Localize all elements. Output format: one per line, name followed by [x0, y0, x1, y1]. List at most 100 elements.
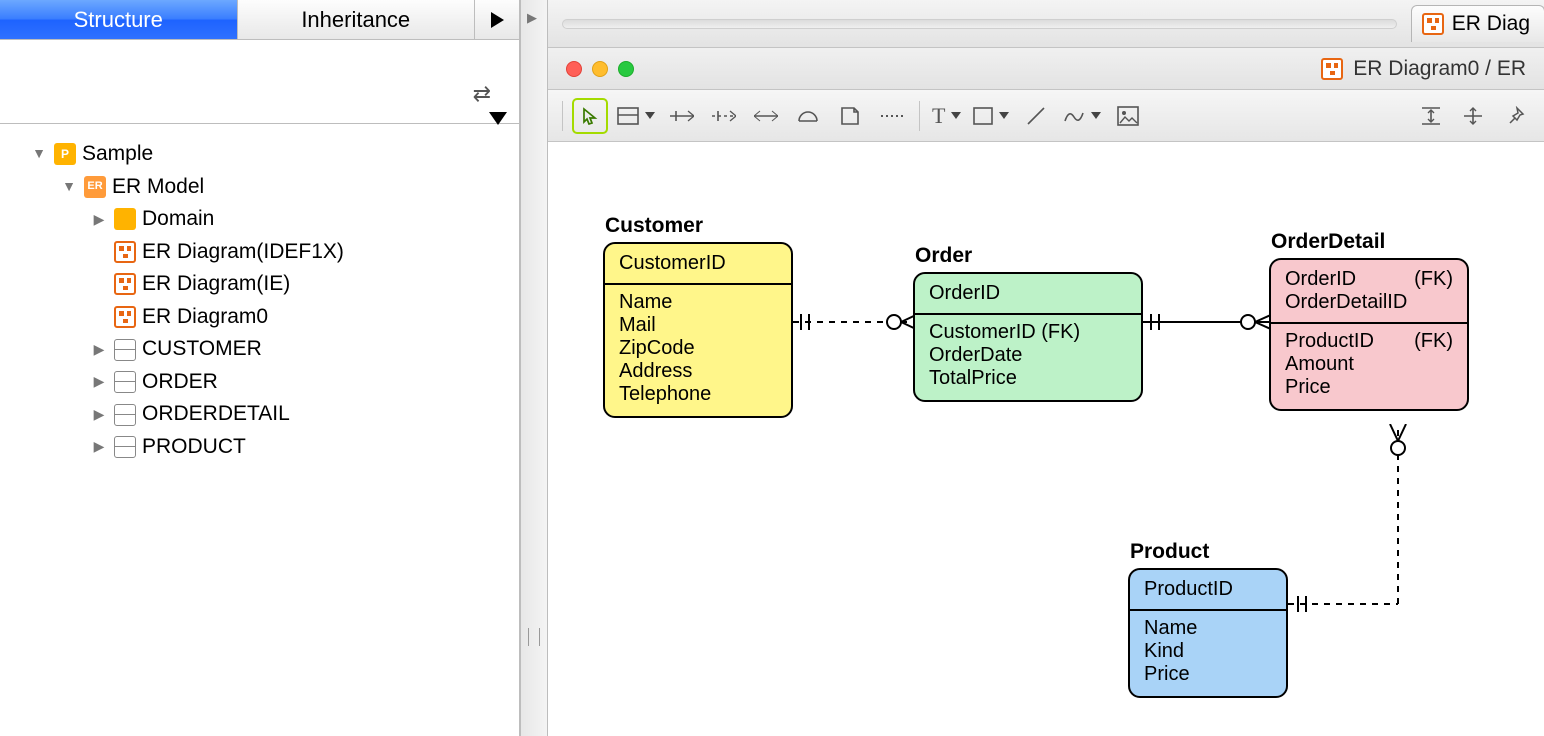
splitter[interactable]: ▶: [520, 0, 548, 736]
entity-title: Order: [915, 244, 972, 268]
expand-icon[interactable]: ▶: [527, 10, 537, 26]
tab-more[interactable]: [475, 0, 519, 39]
er-diagram-icon: [1422, 13, 1444, 35]
pk-name: OrderDetailID: [1285, 291, 1453, 314]
document-tab[interactable]: ER Diag: [1411, 5, 1544, 42]
editor-area: ER Diag ER Diagram0 / ER: [548, 0, 1544, 736]
er-diagram-icon: [114, 306, 136, 328]
image-tool[interactable]: [1113, 101, 1143, 131]
entity-title: Product: [1130, 540, 1209, 564]
entity-attr[interactable]: OrderDate: [929, 344, 1127, 367]
line-tool[interactable]: [1021, 101, 1051, 131]
pointer-tool[interactable]: [575, 101, 605, 131]
tree-diagram-ie[interactable]: ER Diagram(IE): [8, 268, 511, 301]
traffic-lights: [566, 61, 634, 77]
entity-attr[interactable]: CustomerID (FK): [929, 321, 1127, 344]
pin-icon: [1505, 106, 1525, 126]
tree-diagram-idef1x[interactable]: ER Diagram(IDEF1X): [8, 236, 511, 269]
entity-pk[interactable]: ProductID: [1130, 570, 1286, 611]
dropdown-icon[interactable]: [1091, 112, 1101, 119]
entity-attr[interactable]: Address: [619, 360, 777, 383]
entity-attrs: ProductID(FK) Amount Price: [1271, 324, 1467, 409]
relation-product-detail[interactable]: [1288, 424, 1408, 614]
table-icon: [114, 436, 136, 458]
document-tab-label: ER Diag: [1452, 12, 1530, 36]
zoom-window-icon[interactable]: [618, 61, 634, 77]
entity-attrs: CustomerID (FK) OrderDate TotalPrice: [915, 315, 1141, 400]
subtype-tool[interactable]: [793, 101, 823, 131]
relation-customer-order[interactable]: [793, 312, 918, 332]
attr-name: ProductID: [1285, 330, 1374, 353]
note-tool[interactable]: [835, 101, 865, 131]
entity-orderdetail[interactable]: OrderDetail OrderID(FK) OrderDetailID Pr…: [1269, 258, 1469, 411]
tree-diagram-0[interactable]: ER Diagram0: [8, 301, 511, 334]
text-tool[interactable]: T: [932, 103, 961, 129]
tab-structure[interactable]: Structure: [0, 0, 238, 39]
entity-product[interactable]: Product ProductID Name Kind Price: [1128, 568, 1288, 698]
align-height-tool[interactable]: [1458, 101, 1488, 131]
relation-order-detail[interactable]: [1143, 312, 1273, 332]
align-width-tool[interactable]: [1416, 101, 1446, 131]
tree-er-model[interactable]: ▼ ER ER Model: [8, 171, 511, 204]
entity-title: Customer: [605, 214, 703, 238]
tab-inheritance[interactable]: Inheritance: [238, 0, 476, 39]
tree-label: Sample: [82, 138, 153, 171]
entity-attr[interactable]: Price: [1285, 376, 1453, 399]
identifying-relation-tool[interactable]: [667, 101, 697, 131]
dropdown-icon[interactable]: [645, 112, 655, 119]
dropdown-icon[interactable]: [489, 112, 507, 125]
entity-attr[interactable]: ProductID(FK): [1285, 330, 1453, 353]
anchor-tool[interactable]: [877, 101, 907, 131]
separator: [919, 101, 920, 131]
entity-pk[interactable]: CustomerID: [605, 244, 791, 285]
chevron-right-icon[interactable]: ▶: [90, 371, 108, 393]
dropdown-icon[interactable]: [999, 112, 1009, 119]
freehand-tool[interactable]: [1063, 107, 1101, 125]
tree-root[interactable]: ▼ P Sample: [8, 138, 511, 171]
text-icon: T: [932, 103, 945, 129]
chevron-right-icon[interactable]: ▶: [90, 209, 108, 231]
entity-pk[interactable]: OrderID: [915, 274, 1141, 315]
play-icon: [491, 12, 504, 28]
many-to-many-tool[interactable]: [751, 101, 781, 131]
tree-table-product[interactable]: ▶ PRODUCT: [8, 431, 511, 464]
dropdown-icon[interactable]: [951, 112, 961, 119]
er-diagram-icon: [114, 273, 136, 295]
pk-name: OrderID: [1285, 268, 1356, 291]
tree-table-customer[interactable]: ▶ CUSTOMER: [8, 333, 511, 366]
entity-attr[interactable]: Kind: [1144, 640, 1272, 663]
tree-domain[interactable]: ▶ Domain: [8, 203, 511, 236]
entity-pk[interactable]: OrderID(FK) OrderDetailID: [1271, 260, 1467, 324]
minimize-window-icon[interactable]: [592, 61, 608, 77]
entity-attr[interactable]: Telephone: [619, 383, 777, 406]
rect-tool[interactable]: [973, 107, 1009, 125]
entity-attr[interactable]: Name: [1144, 617, 1272, 640]
chevron-right-icon[interactable]: ▶: [90, 404, 108, 426]
diagram-canvas[interactable]: Customer CustomerID Name Mail ZipCode Ad…: [548, 142, 1544, 736]
entity-tool[interactable]: [617, 107, 655, 125]
package-icon: P: [54, 143, 76, 165]
close-window-icon[interactable]: [566, 61, 582, 77]
pin-tool[interactable]: [1500, 101, 1530, 131]
entity-customer[interactable]: Customer CustomerID Name Mail ZipCode Ad…: [603, 242, 793, 418]
entity-attr[interactable]: Amount: [1285, 353, 1453, 376]
spacer: [0, 40, 519, 64]
chevron-right-icon[interactable]: ▶: [90, 436, 108, 458]
entity-attr[interactable]: TotalPrice: [929, 367, 1127, 390]
entity-attr[interactable]: Name: [619, 291, 777, 314]
nonidentifying-relation-tool[interactable]: [709, 101, 739, 131]
entity-attr[interactable]: Mail: [619, 314, 777, 337]
chevron-right-icon[interactable]: ▶: [90, 339, 108, 361]
chevron-down-icon[interactable]: ▼: [60, 176, 78, 198]
er-model-icon: ER: [84, 176, 106, 198]
entity-attr[interactable]: ZipCode: [619, 337, 777, 360]
entity-order[interactable]: Order OrderID CustomerID (FK) OrderDate …: [913, 272, 1143, 402]
sync-icon[interactable]: ⇄: [473, 81, 491, 107]
tree-table-order[interactable]: ▶ ORDER: [8, 366, 511, 399]
entity-attr[interactable]: Price: [1144, 663, 1272, 686]
chevron-down-icon[interactable]: ▼: [30, 143, 48, 165]
tree-table-orderdetail[interactable]: ▶ ORDERDETAIL: [8, 398, 511, 431]
diagram-toolbar: T: [548, 90, 1544, 142]
line-icon: [1025, 105, 1047, 127]
project-tree[interactable]: ▼ P Sample ▼ ER ER Model ▶ Domain ER Dia…: [0, 124, 519, 477]
